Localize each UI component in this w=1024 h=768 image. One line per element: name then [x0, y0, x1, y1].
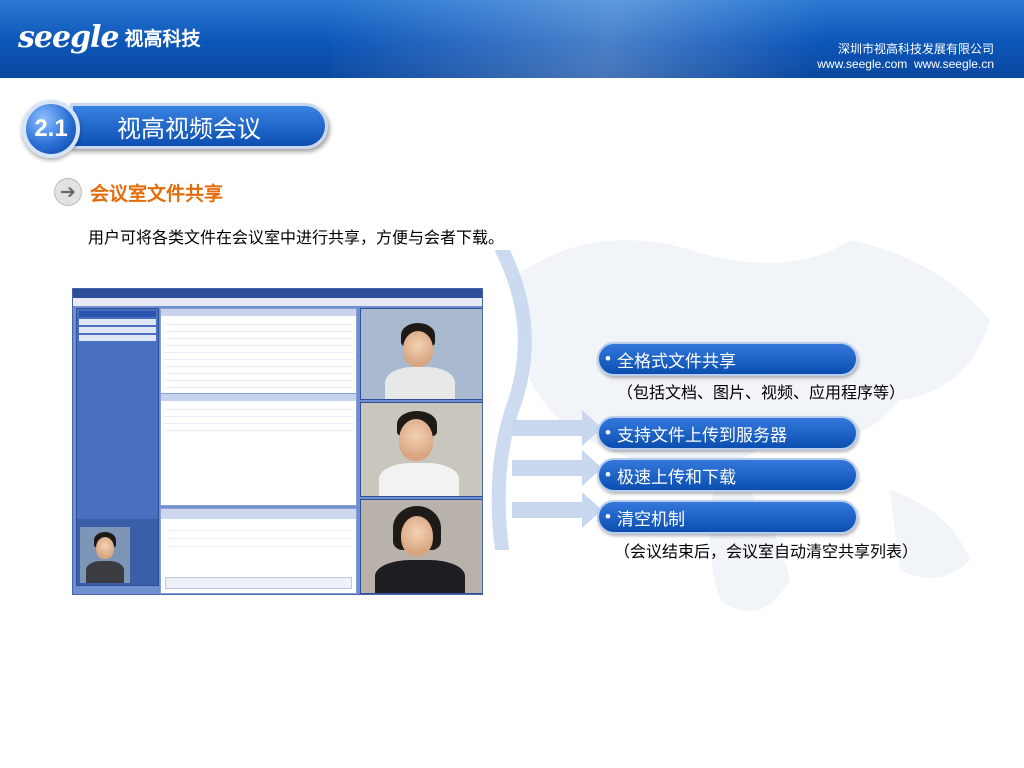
feature-pill-full-format: • 全格式文件共享 [597, 342, 858, 376]
feature-label: 支持文件上传到服务器 [616, 425, 787, 445]
subsection-heading: ➔ 会议室文件共享 [54, 178, 223, 206]
bullet-dot: • [605, 349, 611, 368]
section-title-bar: 视高视频会议 [70, 103, 328, 149]
feature-label: 清空机制 [616, 509, 685, 529]
screenshot-titlebar [73, 289, 482, 298]
feature-pill-fast-transfer: • 极速上传和下载 [597, 458, 858, 492]
section-number: 2.1 [34, 115, 68, 142]
subsection-description: 用户可将各类文件在会议室中进行共享，方便与会者下载。 [88, 230, 505, 247]
company-urls: www.seegle.com www.seegle.cn [817, 57, 994, 71]
subsection-title: 会议室文件共享 [90, 183, 224, 205]
video-conference-screenshot [72, 288, 483, 595]
feature-pill-clear-mechanism: • 清空机制 [597, 500, 858, 534]
screenshot-download-files [160, 393, 357, 506]
header-banner: seegle 视高科技 深圳市视高科技发展有限公司 www.seegle.com… [0, 0, 1024, 78]
seegle-logo: seegle 视高科技 [18, 18, 201, 56]
feature-pill-upload-server: • 支持文件上传到服务器 [597, 416, 858, 450]
screenshot-video-3 [360, 499, 482, 594]
arrow-right-icon: ➔ [54, 178, 82, 206]
screenshot-chat-panel [160, 508, 357, 594]
feature-label: 极速上传和下载 [616, 467, 736, 487]
screenshot-menubar [73, 298, 482, 306]
logo-chinese-text: 视高科技 [124, 28, 201, 50]
bullet-dot: • [605, 423, 611, 442]
company-name: 深圳市视高科技发展有限公司 [837, 42, 994, 56]
feature-note-clear-mechanism: （会议结束后，会议室自动清空共享列表） [614, 544, 919, 561]
screenshot-user-list [76, 308, 159, 586]
section-title: 视高视频会议 [117, 115, 261, 143]
screenshot-video-1 [360, 308, 482, 400]
section-number-badge: 2.1 [22, 100, 80, 158]
screenshot-video-2 [360, 402, 482, 497]
bullet-dot: • [605, 465, 611, 484]
feature-note-full-format: （包括文档、图片、视频、应用程序等） [617, 385, 906, 402]
feature-label: 全格式文件共享 [616, 351, 736, 371]
bullet-dot: • [605, 507, 611, 526]
connector-arrows [491, 250, 602, 550]
screenshot-shared-files [160, 308, 357, 403]
logo-latin-text: seegle [18, 19, 120, 55]
company-info: 深圳市视高科技发展有限公司 www.seegle.com www.seegle.… [817, 42, 994, 72]
